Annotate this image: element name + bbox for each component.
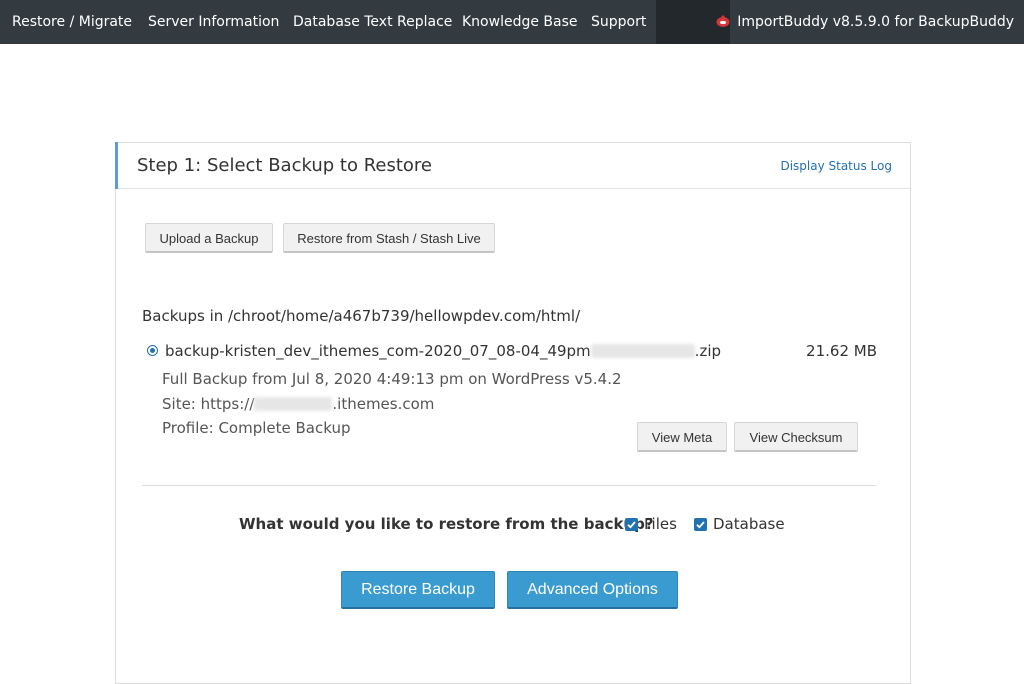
restore-backup-button[interactable]: Restore Backup bbox=[341, 571, 495, 609]
restore-question: What would you like to restore from the … bbox=[239, 515, 654, 533]
backup-filename-prefix: backup-kristen_dev_ithemes_com-2020_07_0… bbox=[165, 342, 591, 360]
backup-filename-suffix: .zip bbox=[694, 342, 722, 360]
backup-details: Full Backup from Jul 8, 2020 4:49:13 pm … bbox=[162, 370, 622, 388]
backups-path-label: Backups in /chroot/home/a467b739/hellowp… bbox=[142, 307, 581, 325]
backup-site-suffix: .ithemes.com bbox=[332, 395, 435, 413]
view-meta-button[interactable]: View Meta bbox=[637, 422, 727, 452]
advanced-options-button[interactable]: Advanced Options bbox=[507, 571, 678, 609]
top-nav-bar: Restore / Migrate Server Information Dat… bbox=[0, 0, 1024, 44]
importbuddy-logo-icon bbox=[716, 2, 730, 27]
view-checksum-button[interactable]: View Checksum bbox=[734, 422, 858, 452]
restore-panel: Step 1: Select Backup to Restore Display… bbox=[115, 142, 911, 684]
files-checkbox-label[interactable]: Files bbox=[644, 515, 677, 533]
panel-header: Step 1: Select Backup to Restore Display… bbox=[115, 142, 910, 189]
upload-backup-button[interactable]: Upload a Backup bbox=[145, 223, 273, 253]
section-divider bbox=[142, 485, 876, 486]
nav-knowledge-base[interactable]: Knowledge Base bbox=[462, 0, 578, 44]
database-checkbox[interactable] bbox=[694, 518, 707, 531]
panel-accent-bar bbox=[115, 142, 118, 189]
nav-support[interactable]: Support bbox=[591, 0, 646, 44]
display-status-log-link[interactable]: Display Status Log bbox=[780, 159, 892, 173]
brand-title: ImportBuddy v8.5.9.0 for BackupBuddy bbox=[737, 14, 1014, 30]
step-title: Step 1: Select Backup to Restore bbox=[137, 155, 432, 176]
redacted-text bbox=[254, 397, 333, 411]
backup-profile: Profile: Complete Backup bbox=[162, 419, 351, 437]
brand: ImportBuddy v8.5.9.0 for BackupBuddy bbox=[716, 0, 1014, 44]
checkmark-icon bbox=[627, 521, 636, 529]
restore-from-stash-button[interactable]: Restore from Stash / Stash Live bbox=[283, 223, 495, 253]
nav-server-information[interactable]: Server Information bbox=[148, 0, 279, 44]
backup-filename[interactable]: backup-kristen_dev_ithemes_com-2020_07_0… bbox=[165, 342, 721, 360]
nav-database-text-replace[interactable]: Database Text Replace bbox=[293, 0, 452, 44]
nav-restore-migrate[interactable]: Restore / Migrate bbox=[12, 0, 132, 44]
backup-site: Site: https:// .ithemes.com bbox=[162, 395, 434, 413]
backup-site-prefix: Site: https:// bbox=[162, 395, 255, 413]
redacted-text bbox=[590, 344, 695, 358]
checkmark-icon bbox=[696, 521, 705, 529]
backup-radio[interactable] bbox=[147, 345, 158, 356]
files-checkbox[interactable] bbox=[625, 518, 638, 531]
backup-size: 21.62 MB bbox=[806, 342, 877, 360]
database-checkbox-label[interactable]: Database bbox=[713, 515, 785, 533]
